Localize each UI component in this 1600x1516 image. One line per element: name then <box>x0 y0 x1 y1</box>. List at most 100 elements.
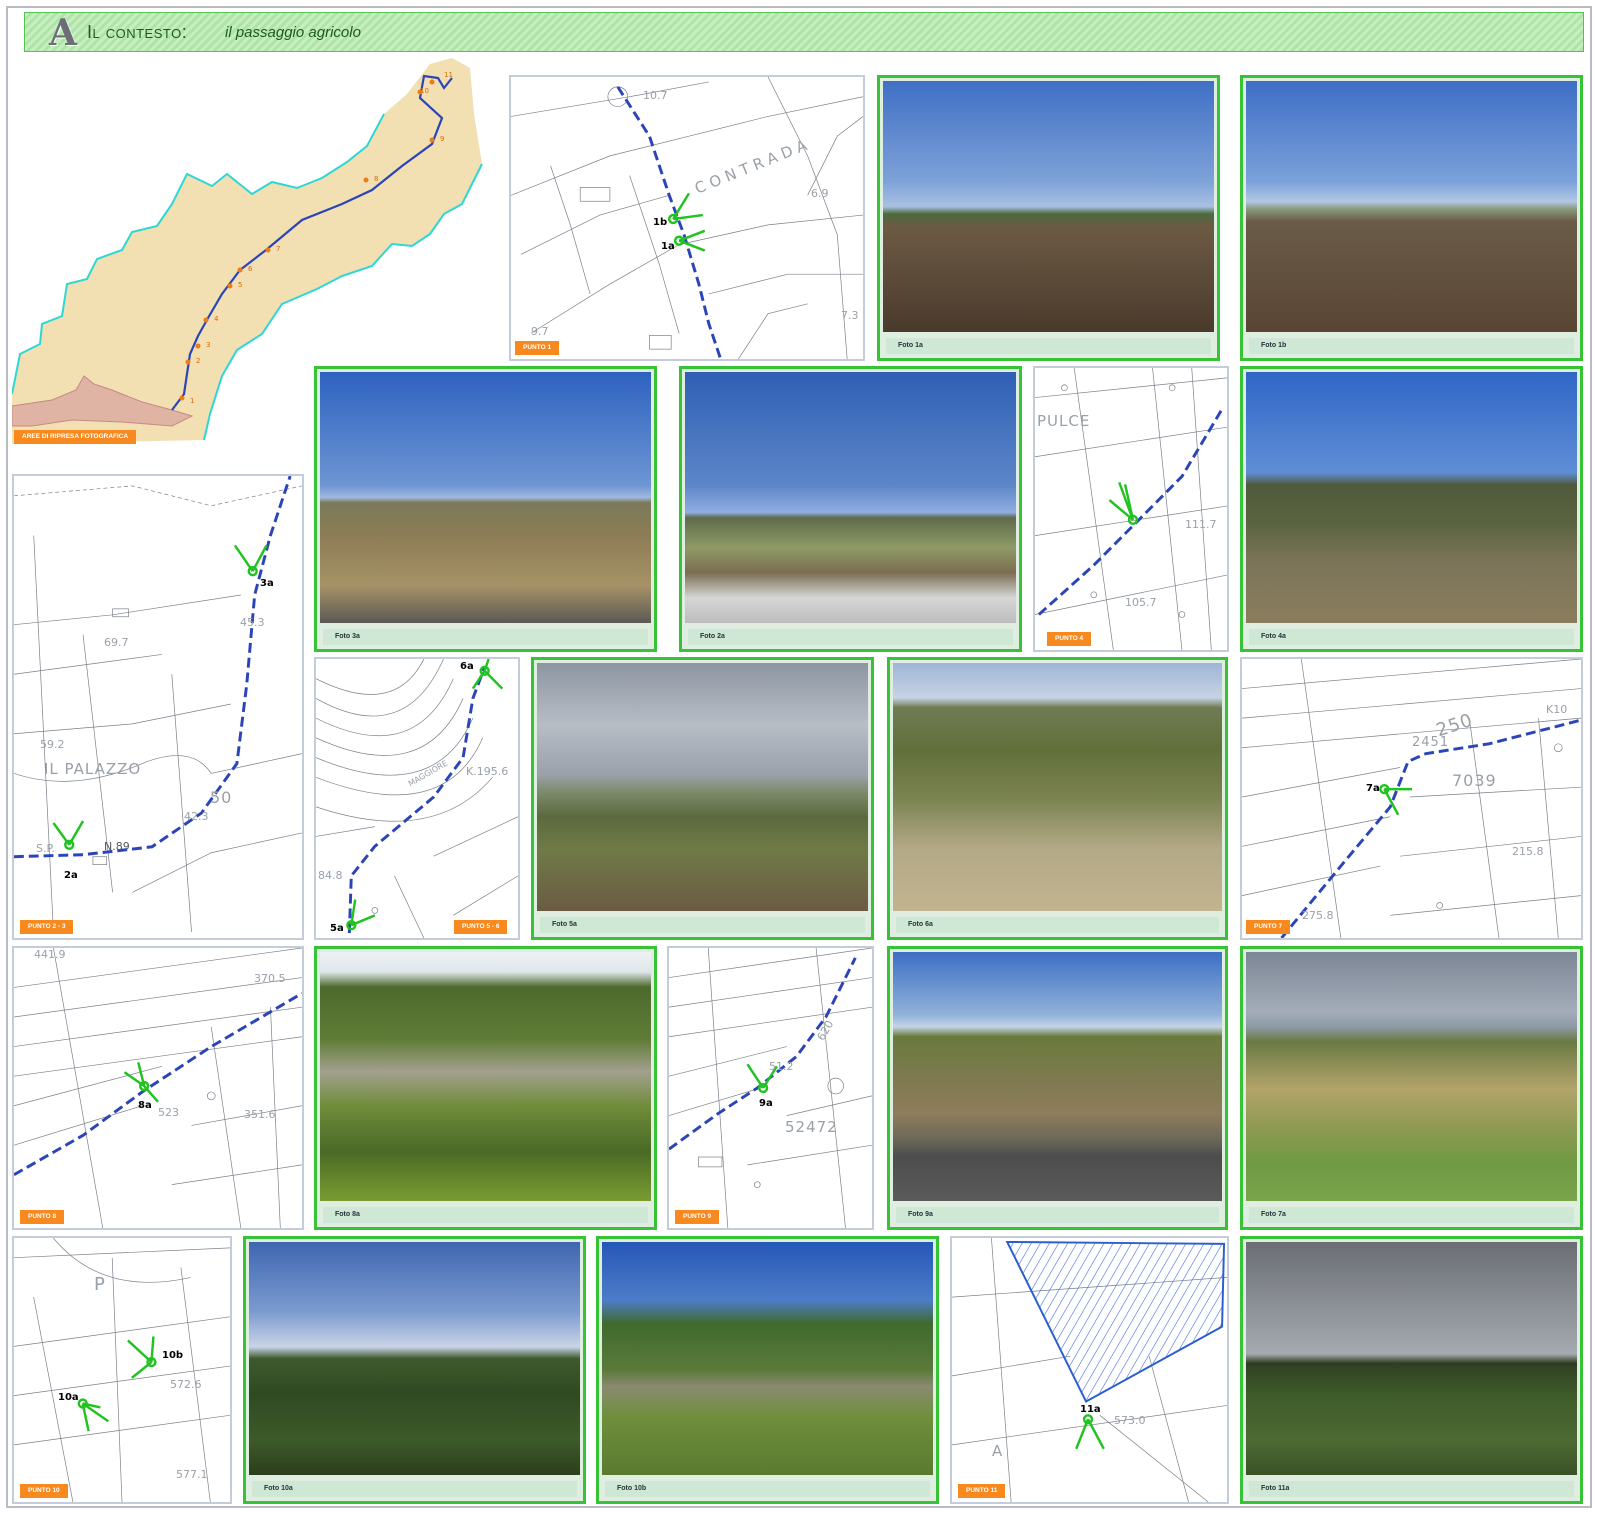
map-2-3-text-road: N.89 <box>104 840 130 853</box>
photo-1b-caption: Foto 1b <box>1249 338 1574 354</box>
overview-point-9: 9 <box>440 135 444 143</box>
photo-10b-image <box>602 1242 933 1475</box>
photo-3a-caption: Foto 3a <box>323 629 648 645</box>
map-7-tag: PUNTO 7 <box>1246 920 1291 934</box>
map-punto-8: 441.9 370.5 351.6 523 8a PUNTO 8 <box>12 946 304 1230</box>
map-5-6-label-6a: 6a <box>460 661 474 672</box>
section-letter: A <box>49 12 77 54</box>
overview-point-3: 3 <box>206 341 210 349</box>
map-punto-5-6: MAGGIORE K.195.6 84.8 6a 5a PUNTO 5 - 6 <box>314 657 520 940</box>
map-2-3-text-elev-1: 69.7 <box>104 636 129 649</box>
map-1-text-elev-1: 10.7 <box>643 89 668 102</box>
map-11-text-parcel: 573.0 <box>1114 1414 1146 1427</box>
map-punto-7: 250 K10 2451 7039 215.8 275.8 7a PUNTO 7 <box>1240 657 1583 940</box>
map-10-label-10a: 10a <box>58 1392 79 1403</box>
map-2-3-text-palazzo: IL PALAZZO <box>44 760 142 778</box>
photo-3a[interactable]: Foto 3a <box>314 366 657 652</box>
overview-point-4: 4 <box>214 315 219 323</box>
map-punto-1-graphic <box>511 77 863 359</box>
photo-1a-image <box>883 81 1214 332</box>
overview-point-7: 7 <box>276 245 280 253</box>
overview-point-2: 2 <box>196 357 200 365</box>
photo-8a[interactable]: Foto 8a <box>314 946 657 1230</box>
photo-4a-image <box>1246 372 1577 623</box>
map-11-tag: PUNTO 11 <box>958 1484 1006 1498</box>
map-8-text-parcel: 523 <box>158 1106 179 1119</box>
overview-caption: AREE DI RIPRESA FOTOGRAFICA <box>14 430 137 444</box>
photo-10a-caption: Foto 10a <box>252 1481 577 1497</box>
photo-10a[interactable]: Foto 10a <box>243 1236 586 1504</box>
photo-6a[interactable]: Foto 6a <box>887 657 1228 940</box>
photo-2a-image <box>685 372 1016 623</box>
photo-1b-image <box>1246 81 1577 332</box>
photo-8a-image <box>320 952 651 1201</box>
map-9-label-9a: 9a <box>759 1098 773 1109</box>
map-7-text-elev-4: 275.8 <box>1302 909 1334 922</box>
photo-5a-caption: Foto 5a <box>540 917 865 933</box>
photo-6a-image <box>893 663 1222 911</box>
map-2-3-text-elev-5: 42.3 <box>184 810 209 823</box>
photo-9a[interactable]: Foto 9a <box>887 946 1228 1230</box>
map-5-6-text-elev-2: 84.8 <box>318 869 343 882</box>
map-punto-9-graphic <box>669 948 872 1228</box>
map-2-3-tag: PUNTO 2 - 3 <box>20 920 74 934</box>
photo-2a[interactable]: Foto 2a <box>679 366 1022 652</box>
map-2-3-text-elev-2: 45.3 <box>240 616 265 629</box>
map-8-text-elev-3: 351.6 <box>244 1108 276 1121</box>
map-7-text-parcel-1: 2451 <box>1412 735 1450 750</box>
map-10-text-p: P <box>94 1274 106 1295</box>
map-punto-8-graphic <box>14 948 302 1228</box>
photo-10b-caption: Foto 10b <box>605 1481 930 1497</box>
map-punto-7-graphic <box>1242 659 1581 938</box>
map-2-3-text-sp: S.P. <box>36 842 55 855</box>
map-punto-10-graphic <box>14 1238 230 1502</box>
photo-11a[interactable]: Foto 11a <box>1240 1236 1583 1504</box>
map-punto-9: 51.2 52472 620 9a PUNTO 9 <box>667 946 874 1230</box>
map-10-tag: PUNTO 10 <box>20 1484 68 1498</box>
photo-7a-image <box>1246 952 1577 1201</box>
photo-5a-image <box>537 663 868 911</box>
map-1-text-elev-2: 6.9 <box>811 187 829 200</box>
photo-10a-image <box>249 1242 580 1475</box>
page-title: Il contesto: <box>87 22 188 42</box>
overview-point-10: 10 <box>420 87 429 95</box>
map-punto-4: PULCE 111.7 105.7 PUNTO 4 <box>1033 366 1229 652</box>
map-9-tag: PUNTO 9 <box>675 1210 720 1224</box>
map-punto-11: 573.0 A 11a PUNTO 11 <box>950 1236 1229 1504</box>
map-1-label-1a: 1a <box>661 241 675 252</box>
header-banner: A Il contesto: il passaggio agricolo <box>24 12 1584 54</box>
map-11-text-a: A <box>992 1442 1004 1460</box>
map-10-text-elev-1: 572.6 <box>170 1378 202 1391</box>
map-7-text-elev-2: K10 <box>1546 703 1568 716</box>
map-2-3-text-elev-3: 59.2 <box>40 738 65 751</box>
photo-1a[interactable]: Foto 1a <box>877 75 1220 361</box>
map-2-3-text-elev-4: 50 <box>210 788 233 807</box>
photo-7a[interactable]: Foto 7a <box>1240 946 1583 1230</box>
map-7-label-7a: 7a <box>1366 783 1380 794</box>
photo-10b[interactable]: Foto 10b <box>596 1236 939 1504</box>
photo-5a[interactable]: Foto 5a <box>531 657 874 940</box>
photo-3a-image <box>320 372 651 623</box>
map-punto-5-6-graphic <box>316 659 518 938</box>
overview-point-1: 1 <box>190 397 194 405</box>
map-1-tag: PUNTO 1 <box>515 341 560 355</box>
map-8-label-8a: 8a <box>138 1100 152 1111</box>
map-1-text-elev-4: 9.7 <box>531 325 549 338</box>
photo-8a-caption: Foto 8a <box>323 1207 648 1223</box>
map-8-text-elev-2: 370.5 <box>254 972 286 985</box>
map-1-label-1b: 1b <box>653 217 668 228</box>
overview-point-6: 6 <box>248 265 253 273</box>
photo-9a-caption: Foto 9a <box>896 1207 1219 1223</box>
map-4-tag: PUNTO 4 <box>1047 632 1092 646</box>
map-4-text-pulce: PULCE <box>1037 412 1091 430</box>
map-4-text-elev-1: 111.7 <box>1185 518 1217 531</box>
map-punto-2-3-graphic <box>14 476 302 933</box>
photo-1b[interactable]: Foto 1b <box>1240 75 1583 361</box>
photo-4a[interactable]: Foto 4a <box>1240 366 1583 652</box>
map-9-text-parcel: 52472 <box>785 1118 838 1136</box>
photo-2a-caption: Foto 2a <box>688 629 1013 645</box>
photo-6a-caption: Foto 6a <box>896 917 1219 933</box>
map-10-label-10b: 10b <box>162 1350 184 1361</box>
map-punto-10: P 572.6 577.1 10b 10a PUNTO 10 <box>12 1236 232 1504</box>
map-5-6-text-elev-1: K.195.6 <box>466 765 509 778</box>
